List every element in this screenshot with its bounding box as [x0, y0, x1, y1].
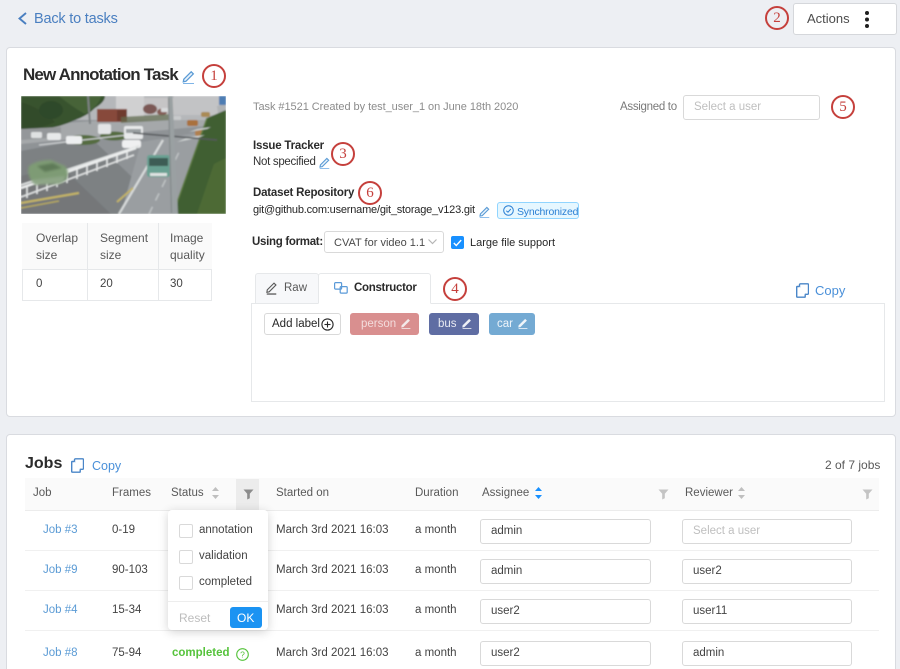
svg-text:?: ?	[240, 649, 245, 659]
